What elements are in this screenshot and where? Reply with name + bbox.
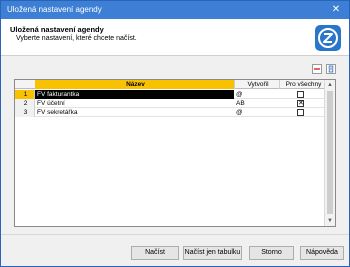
table-row[interactable]: 2 FV účetní AB ✕ xyxy=(15,99,325,108)
for-all-checkbox[interactable]: ✕ xyxy=(297,100,304,107)
row-number: 3 xyxy=(15,108,35,117)
setting-name[interactable]: FV sekretářka xyxy=(35,108,234,117)
title-bar[interactable]: Uložená nastavení agendy ✕ xyxy=(1,1,349,19)
for-all-checkbox[interactable] xyxy=(297,109,304,116)
load-button[interactable]: Načíst xyxy=(131,246,179,260)
help-button[interactable]: Nápověda xyxy=(300,246,344,260)
scroll-down-icon[interactable]: ▼ xyxy=(325,216,335,226)
load-table-only-button[interactable]: Načíst jen tabulku xyxy=(183,246,242,260)
column-header-number xyxy=(15,80,35,89)
scrollbar-thumb[interactable] xyxy=(327,91,333,214)
vertical-scrollbar[interactable]: ▲ ▼ xyxy=(324,80,335,226)
column-header-created-by[interactable]: Vytvořil xyxy=(234,80,279,89)
setting-name[interactable]: FV účetní xyxy=(35,99,234,108)
grid-header-row: Název Vytvořil Pro všechny xyxy=(15,80,325,89)
cancel-button[interactable]: Storno xyxy=(249,246,294,260)
setting-name[interactable]: FV fakturantka xyxy=(35,90,234,99)
column-header-name[interactable]: Název xyxy=(35,80,234,89)
close-icon[interactable]: ✕ xyxy=(329,3,343,17)
button-bar: Načíst Načíst jen tabulku Storno Nápověd… xyxy=(1,234,349,266)
row-number: 2 xyxy=(15,99,35,108)
export-icon[interactable] xyxy=(326,64,336,74)
row-number: 1 xyxy=(15,90,35,99)
dialog-header: Uložená nastavení agendy Vyberte nastave… xyxy=(1,19,349,56)
delete-icon[interactable] xyxy=(312,64,322,74)
column-header-for-all[interactable]: Pro všechny xyxy=(279,80,325,89)
scroll-up-icon[interactable]: ▲ xyxy=(325,80,335,90)
dialog-window: Uložená nastavení agendy ✕ Uložená nasta… xyxy=(0,0,350,267)
content-area: Název Vytvořil Pro všechny 1 FV fakturan… xyxy=(1,57,349,234)
table-row[interactable]: 1 FV fakturantka @ xyxy=(15,90,325,99)
window-title: Uložená nastavení agendy xyxy=(7,5,102,14)
created-by: AB xyxy=(236,100,245,107)
header-title: Uložená nastavení agendy xyxy=(10,25,104,34)
created-by: @ xyxy=(236,91,243,98)
settings-grid[interactable]: Název Vytvořil Pro všechny 1 FV fakturan… xyxy=(14,79,336,227)
header-subtitle: Vyberte nastavení, které chcete načíst. xyxy=(16,35,137,42)
table-row[interactable]: 3 FV sekretářka @ xyxy=(15,108,325,117)
app-logo-icon xyxy=(315,25,341,51)
created-by: @ xyxy=(236,109,243,116)
for-all-checkbox[interactable] xyxy=(297,91,304,98)
